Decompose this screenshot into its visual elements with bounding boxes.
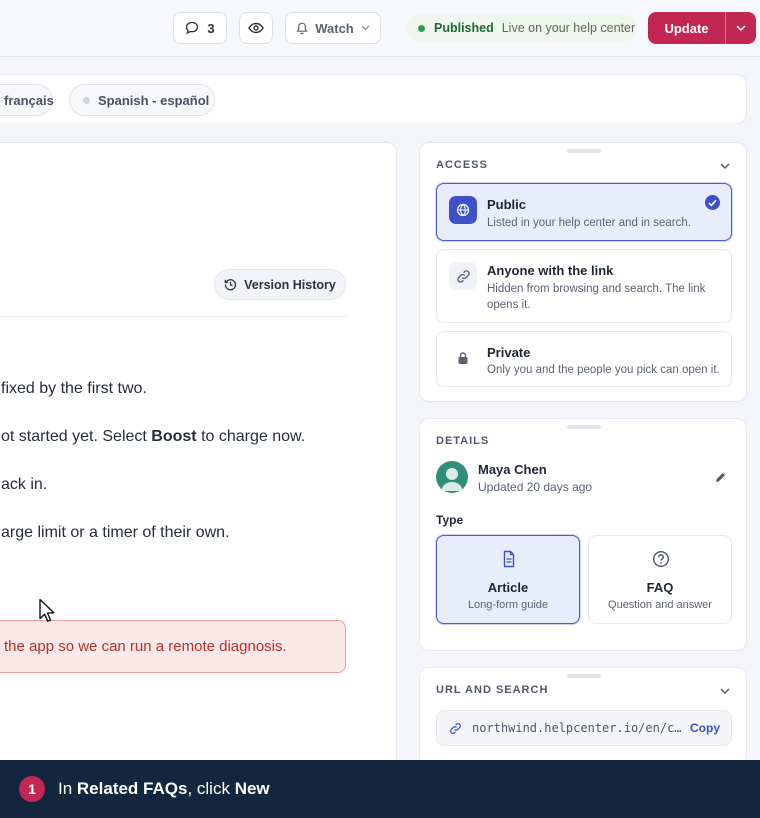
access-title: ACCESS <box>436 159 488 171</box>
link-icon <box>449 262 477 290</box>
article-body-line[interactable]: fixed by the first two. <box>1 380 147 398</box>
update-options-button[interactable] <box>726 12 756 44</box>
top-bar: 3 Watch Published Live on your help cent… <box>0 0 760 57</box>
body-text: to charge now. <box>196 428 306 445</box>
author-name: Maya Chen <box>478 462 547 477</box>
watch-label: Watch <box>315 20 354 36</box>
drag-handle[interactable] <box>567 425 601 429</box>
instruction-text: In Related FAQs, click New <box>58 779 270 799</box>
access-option-link[interactable]: Anyone with the link Hidden from browsin… <box>436 249 732 323</box>
instruction-target: Related FAQs <box>76 779 188 798</box>
instruction-prefix: In <box>58 779 77 798</box>
article-body-line[interactable]: ack in. <box>1 476 47 494</box>
details-panel: DETAILS Maya Chen Updated 20 days ago Ty… <box>419 418 747 651</box>
status-label: Published <box>434 21 494 35</box>
access-option-private[interactable]: Private Only you and the people you pick… <box>436 331 732 387</box>
article-editor: Version History fixed by the first two. … <box>0 142 397 782</box>
step-number-badge: 1 <box>19 776 45 802</box>
version-history-button[interactable]: Version History <box>214 269 346 300</box>
globe-icon <box>449 196 477 224</box>
language-strip: français Spanish - español <box>0 74 747 124</box>
update-split-button: Update <box>648 12 756 44</box>
callout-text: the app so we can run a remote diagnosis… <box>4 638 287 655</box>
article-body-line[interactable]: ot started yet. Select Boost to charge n… <box>1 428 305 446</box>
preview-button[interactable] <box>239 12 273 44</box>
avatar <box>436 461 468 493</box>
comment-bubble-icon <box>186 21 199 35</box>
option-title: Private <box>487 345 531 360</box>
pencil-icon[interactable] <box>714 470 728 484</box>
language-chip-label: français <box>4 92 54 108</box>
type-option-article[interactable]: Article Long-form guide <box>436 535 580 624</box>
document-icon <box>503 550 515 568</box>
check-icon <box>705 195 720 210</box>
chevron-down-icon[interactable] <box>718 159 732 173</box>
access-panel: ACCESS Public Listed in your help center… <box>419 142 747 402</box>
boost-bold-text: Boost <box>151 428 197 445</box>
history-icon <box>224 279 237 291</box>
update-button[interactable]: Update <box>648 12 726 44</box>
language-status-dot <box>83 96 90 104</box>
option-description: Hidden from browsing and search. The lin… <box>487 283 706 311</box>
type-description: Long-form guide <box>467 599 549 611</box>
comments-button[interactable]: 3 <box>173 12 227 44</box>
drag-handle[interactable] <box>567 149 601 153</box>
article-url: northwind.helpcenter.io/en/c… <box>472 721 682 735</box>
url-search-panel: URL AND SEARCH northwind.helpcenter.io/e… <box>419 667 747 767</box>
chevron-down-icon <box>736 25 746 31</box>
mouse-cursor-icon <box>39 598 55 622</box>
type-title: Article <box>487 580 529 595</box>
status-dot <box>418 24 425 32</box>
question-icon <box>652 550 670 568</box>
url-search-title: URL AND SEARCH <box>436 684 549 696</box>
lock-icon <box>449 344 477 372</box>
option-description: Listed in your help center and in search… <box>487 217 691 229</box>
language-chip-label: Spanish - español <box>98 92 210 108</box>
chevron-down-icon <box>361 25 370 31</box>
instruction-banner: 1 In Related FAQs, click New <box>0 760 760 818</box>
details-title: DETAILS <box>436 435 490 447</box>
status-subtext: Live on your help center <box>501 21 636 35</box>
article-body-line[interactable]: arge limit or a timer of their own. <box>1 524 230 542</box>
type-title: FAQ <box>646 580 674 595</box>
option-title: Anyone with the link <box>487 263 614 278</box>
version-history-label: Version History <box>244 277 336 292</box>
type-option-faq[interactable]: FAQ Question and answer <box>588 535 732 624</box>
bell-icon <box>296 22 308 34</box>
warning-callout[interactable]: the app so we can run a remote diagnosis… <box>0 620 346 673</box>
type-description: Question and answer <box>608 599 712 611</box>
eye-icon <box>248 22 264 34</box>
language-chip-spanish[interactable]: Spanish - español <box>69 84 215 116</box>
publish-status-badge: Published Live on your help center <box>407 14 636 42</box>
instruction-middle: , click <box>187 779 235 798</box>
editor-divider <box>0 316 346 317</box>
article-url-field[interactable]: northwind.helpcenter.io/en/c… Copy <box>436 710 732 746</box>
type-label: Type <box>436 513 464 527</box>
comment-count: 3 <box>207 20 215 36</box>
body-text: ot started yet. Select <box>1 428 152 445</box>
access-option-public[interactable]: Public Listed in your help center and in… <box>436 183 732 241</box>
chevron-down-icon[interactable] <box>718 684 732 698</box>
instruction-action: New <box>234 779 270 798</box>
watch-button[interactable]: Watch <box>285 12 381 44</box>
copy-url-button[interactable]: Copy <box>690 721 720 735</box>
drag-handle[interactable] <box>567 674 601 678</box>
author-updated: Updated 20 days ago <box>478 480 593 494</box>
link-icon <box>450 722 461 734</box>
option-description: Only you and the people you pick can ope… <box>487 364 720 376</box>
language-chip-french[interactable]: français <box>0 84 54 116</box>
option-title: Public <box>487 197 527 212</box>
